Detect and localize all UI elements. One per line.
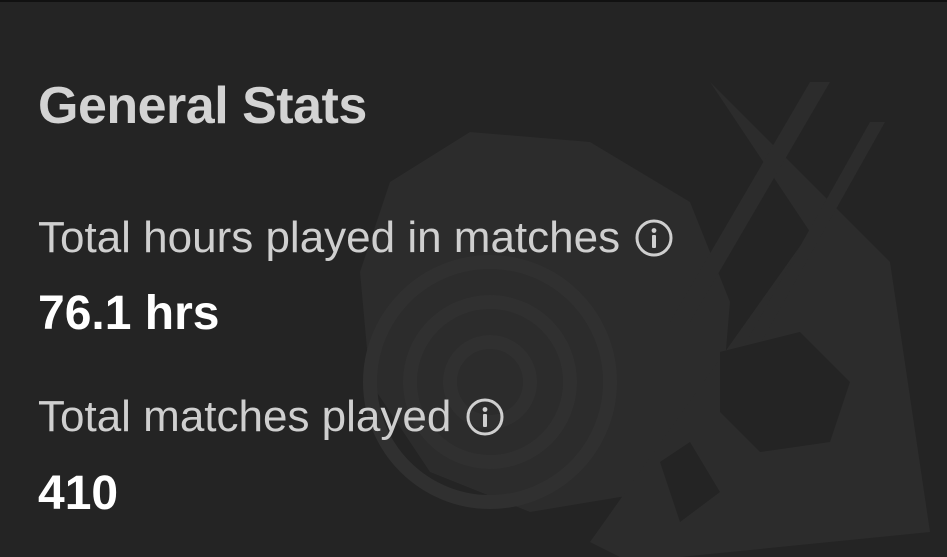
stat-label-matches-text: Total matches played bbox=[38, 392, 452, 441]
stat-value-hours: 76.1 hrs bbox=[38, 287, 220, 340]
stat-label-hours: Total hours played in matches bbox=[38, 216, 674, 260]
stat-label-matches: Total matches played bbox=[38, 395, 505, 439]
stat-label-hours-text: Total hours played in matches bbox=[38, 213, 621, 262]
info-icon[interactable] bbox=[465, 397, 505, 437]
general-stats-card: General Stats Total hours played in matc… bbox=[0, 0, 947, 557]
section-title: General Stats bbox=[38, 77, 367, 135]
stat-value-matches: 410 bbox=[38, 467, 119, 520]
info-icon[interactable] bbox=[634, 218, 674, 258]
skull-emblem-icon bbox=[360, 82, 930, 557]
